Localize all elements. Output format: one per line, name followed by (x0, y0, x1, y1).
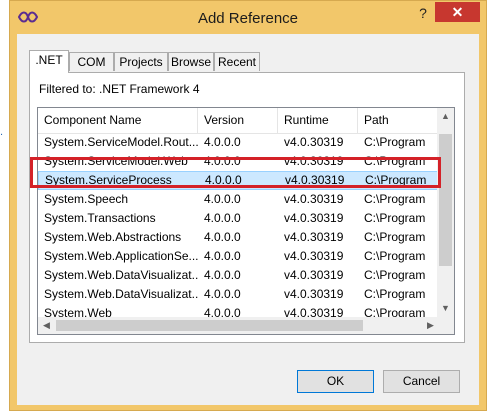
cell-path: C:\Program (364, 268, 426, 282)
vertical-scroll-thumb[interactable] (439, 134, 452, 266)
table-row[interactable]: System.Speech 4.0.0.0 v4.0.30319 C:\Prog… (38, 190, 438, 209)
scroll-up-arrow-icon[interactable]: ▲ (437, 108, 454, 125)
cell-path: C:\Program (364, 135, 426, 149)
cell-runtime: v4.0.30319 (284, 135, 344, 149)
close-button[interactable]: ✕ (435, 2, 480, 22)
cell-runtime: v4.0.30319 (284, 230, 344, 244)
cell-component-name: System.Web.Abstractions (44, 230, 182, 244)
add-reference-dialog: Add Reference ? ✕ .NET COM Projects Brow… (9, 0, 487, 411)
column-header-component-name[interactable]: Component Name (38, 108, 198, 133)
cell-version: 4.0.0.0 (204, 287, 241, 301)
dialog-body: .NET COM Projects Browse Recent Filtered… (17, 34, 479, 405)
tab-projects[interactable]: Projects (114, 52, 168, 71)
cancel-button[interactable]: Cancel (383, 370, 460, 393)
table-row[interactable]: System.Web.ApplicationSe... 4.0.0.0 v4.0… (38, 247, 438, 266)
ok-button[interactable]: OK (297, 370, 374, 393)
cell-version: 4.0.0.0 (205, 173, 242, 187)
cell-version: 4.0.0.0 (204, 211, 241, 225)
cell-version: 4.0.0.0 (204, 268, 241, 282)
cell-path: C:\Program (365, 173, 427, 187)
scroll-left-arrow-icon[interactable]: ◀ (38, 317, 55, 334)
tab-browse[interactable]: Browse (168, 52, 214, 71)
column-header-path[interactable]: Path (358, 108, 438, 133)
cell-version: 4.0.0.0 (204, 192, 241, 206)
scroll-down-arrow-icon[interactable]: ▼ (437, 300, 454, 317)
table-row[interactable]: System.ServiceModel.Web 4.0.0.0 v4.0.303… (38, 152, 438, 171)
cell-component-name: System.Transactions (44, 211, 156, 225)
table-row[interactable]: System.Transactions 4.0.0.0 v4.0.30319 C… (38, 209, 438, 228)
cell-version: 4.0.0.0 (204, 135, 241, 149)
cell-runtime: v4.0.30319 (284, 211, 344, 225)
cell-component-name: System.ServiceModel.Web (44, 154, 188, 168)
column-header-runtime[interactable]: Runtime (278, 108, 358, 133)
cell-component-name: System.Speech (44, 192, 129, 206)
cell-runtime: v4.0.30319 (284, 249, 344, 263)
cell-runtime: v4.0.30319 (284, 154, 344, 168)
cell-version: 4.0.0.0 (204, 154, 241, 168)
table-row[interactable]: System.Web.DataVisualizat... 4.0.0.0 v4.… (38, 285, 438, 304)
tab-com[interactable]: COM (69, 52, 114, 71)
table-row[interactable]: System.Web.DataVisualizat... 4.0.0.0 v4.… (38, 266, 438, 285)
tab-dotnet[interactable]: .NET (29, 50, 69, 73)
help-button[interactable]: ? (412, 3, 434, 23)
cell-runtime: v4.0.30319 (284, 268, 344, 282)
horizontal-scroll-thumb[interactable] (56, 320, 363, 331)
tab-panel-dotnet: Filtered to: .NET Framework 4 Component … (29, 72, 465, 343)
cell-component-name: System.Web.ApplicationSe... (44, 249, 198, 263)
list-rows: System.ServiceModel.Rout... 4.0.0.0 v4.0… (38, 133, 438, 323)
cell-component-name: System.Web.DataVisualizat... (44, 268, 198, 282)
filter-label: Filtered to: .NET Framework 4 (39, 82, 200, 96)
table-row-selected[interactable]: System.ServiceProcess 4.0.0.0 v4.0.30319… (38, 171, 438, 190)
cell-version: 4.0.0.0 (204, 249, 241, 263)
cell-runtime: v4.0.30319 (284, 192, 344, 206)
list-header: Component Name Version Runtime Path (38, 108, 438, 134)
cell-path: C:\Program (364, 154, 426, 168)
table-row[interactable]: System.Web.Abstractions 4.0.0.0 v4.0.303… (38, 228, 438, 247)
cell-path: C:\Program (364, 192, 426, 206)
cell-component-name: System.ServiceModel.Rout... (44, 135, 198, 149)
horizontal-scrollbar[interactable]: ◀ ▶ (38, 317, 439, 334)
title-bar[interactable]: Add Reference ? ✕ (10, 1, 486, 34)
cell-runtime: v4.0.30319 (285, 173, 345, 187)
cell-component-name: System.ServiceProcess (45, 173, 172, 187)
column-header-version[interactable]: Version (198, 108, 278, 133)
cell-path: C:\Program (364, 249, 426, 263)
table-row[interactable]: System.ServiceModel.Rout... 4.0.0.0 v4.0… (38, 133, 438, 152)
vertical-scrollbar[interactable]: ▲ ▼ (437, 108, 454, 317)
cell-version: 4.0.0.0 (204, 230, 241, 244)
cell-path: C:\Program (364, 287, 426, 301)
tab-recent[interactable]: Recent (214, 52, 260, 71)
cell-runtime: v4.0.30319 (284, 287, 344, 301)
cell-component-name: System.Web.DataVisualizat... (44, 287, 198, 301)
component-list[interactable]: Component Name Version Runtime Path Syst… (37, 107, 455, 335)
cell-path: C:\Program (364, 211, 426, 225)
scrollbar-corner (437, 317, 454, 334)
cell-path: C:\Program (364, 230, 426, 244)
background-text-fragment: . (0, 126, 4, 138)
